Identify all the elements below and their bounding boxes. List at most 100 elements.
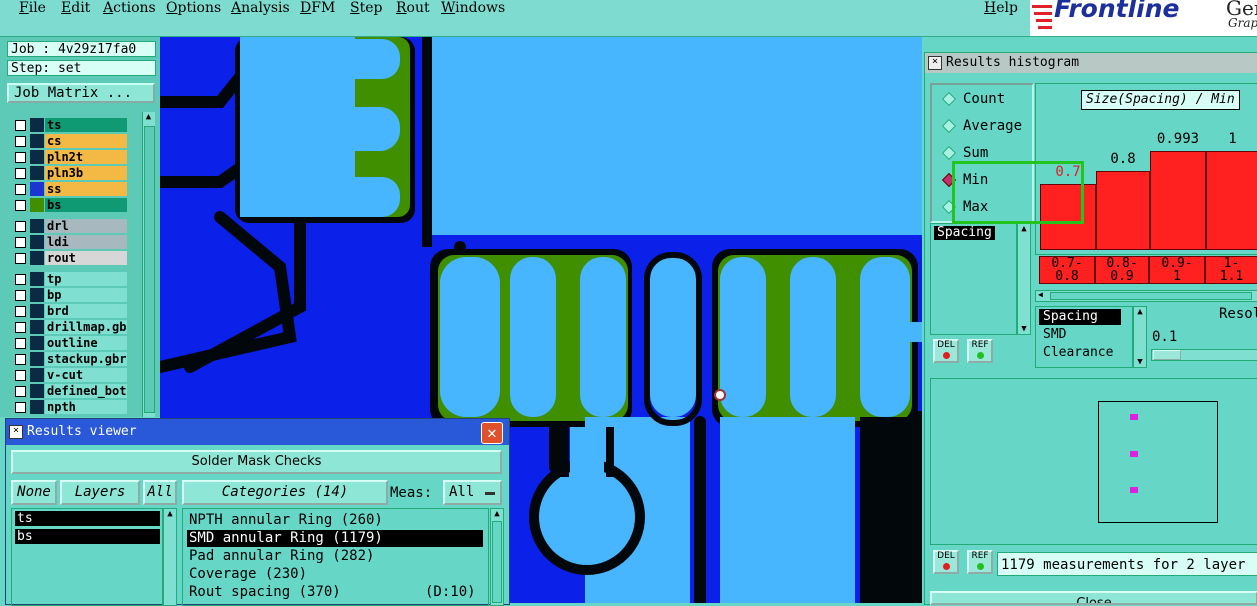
layer-row-ts[interactable]: ts (13, 118, 129, 133)
layer-checkbox[interactable] (15, 402, 26, 413)
mode-sum-radio[interactable]: Sum (941, 143, 988, 163)
menu-dfm[interactable]: DFM (300, 0, 335, 16)
layer-name[interactable]: npth (45, 400, 127, 414)
histogram-bar[interactable] (1096, 171, 1150, 250)
layer-checkbox[interactable] (15, 200, 26, 211)
layer-name[interactable]: rout (45, 251, 127, 265)
layer-checkbox[interactable] (15, 168, 26, 179)
meas-dropdown[interactable]: All (443, 480, 502, 505)
layer-name[interactable]: cs (45, 134, 127, 148)
layer-name[interactable]: defined_bott (45, 384, 127, 398)
del-button-bottom[interactable]: DEL (933, 550, 959, 574)
layer-checkbox[interactable] (15, 386, 26, 397)
menu-options[interactable]: Options (166, 0, 221, 16)
viewer-titlebar[interactable]: × Results viewer ✕ (6, 419, 509, 445)
layer-row-stackup-gbr[interactable]: stackup.gbr (13, 352, 129, 367)
layer-name[interactable]: outline (45, 336, 127, 350)
layer-row-pln2t[interactable]: pln2t (13, 150, 129, 165)
layer-row-drl[interactable]: drl (13, 219, 129, 234)
category-item[interactable]: SMD annular Ring (1179) (187, 530, 483, 547)
none-button[interactable]: None (11, 480, 57, 505)
layer-checkbox[interactable] (15, 184, 26, 195)
layer-row-npth[interactable]: npth (13, 400, 129, 415)
type-item-smd[interactable]: SMD (1043, 327, 1066, 343)
layer-name[interactable]: ts (45, 118, 127, 132)
layer-checkbox[interactable] (15, 306, 26, 317)
solder-mask-checks-button[interactable]: Solder Mask Checks (11, 450, 502, 474)
layer-checkbox[interactable] (15, 370, 26, 381)
del-button[interactable]: DEL (933, 339, 959, 363)
all-layers-button[interactable]: All (143, 480, 177, 505)
categories-button[interactable]: Categories (14) (182, 480, 388, 505)
layer-row-cs[interactable]: cs (13, 134, 129, 149)
close-icon[interactable]: ✕ (481, 422, 503, 444)
layer-name[interactable]: ss (45, 182, 127, 196)
layer-row-outline[interactable]: outline (13, 336, 129, 351)
layer-name[interactable]: stackup.gbr (45, 352, 127, 366)
layer-name[interactable]: pln3b (45, 166, 127, 180)
viewer-layer-scrollbar[interactable]: ▲ (163, 508, 177, 606)
menu-windows[interactable]: Windows (441, 0, 505, 16)
layer-checkbox[interactable] (15, 290, 26, 301)
viewer-category-scrollbar[interactable]: ▲ (490, 508, 504, 606)
layer-row-bs[interactable]: bs (13, 198, 129, 213)
layer-row-drillmap-gbr[interactable]: drillmap.gbr (13, 320, 129, 335)
ref-button-bottom[interactable]: REF (967, 550, 993, 574)
type-item-clearance[interactable]: Clearance (1043, 345, 1113, 361)
viewer-layer-item[interactable]: ts (15, 511, 160, 526)
category-item[interactable]: NPTH annular Ring (260) (187, 512, 483, 529)
layer-name[interactable]: ldi (45, 235, 127, 249)
layer-checkbox[interactable] (15, 221, 26, 232)
layer-row-brd[interactable]: brd (13, 304, 129, 319)
category-item[interactable]: Pad annular Ring (282) (187, 548, 483, 565)
resolution-slider[interactable] (1151, 349, 1257, 361)
layer-row-v-cut[interactable]: v-cut (13, 368, 129, 383)
layer-row-bp[interactable]: bp (13, 288, 129, 303)
menu-rout[interactable]: Rout (396, 0, 430, 16)
layer-checkbox[interactable] (15, 274, 26, 285)
category-item[interactable]: Rout spacing (370) (D:10) (187, 584, 483, 601)
layer-checkbox[interactable] (15, 354, 26, 365)
layer-row-rout[interactable]: rout (13, 251, 129, 266)
layer-list-scrollbar[interactable]: ▲ (142, 112, 155, 417)
menu-help[interactable]: Help (984, 0, 1018, 16)
attribute-selected[interactable]: Spacing (934, 226, 995, 240)
layer-checkbox[interactable] (15, 322, 26, 333)
job-matrix-button[interactable]: Job Matrix ... (7, 83, 155, 103)
layer-checkbox[interactable] (15, 136, 26, 147)
layer-row-ss[interactable]: ss (13, 182, 129, 197)
layer-row-defined-bott[interactable]: defined_bott (13, 384, 129, 399)
attribute-scrollbar[interactable]: ▲ ▼ (1017, 223, 1031, 335)
type-item-spacing[interactable]: Spacing (1039, 309, 1121, 325)
layer-name[interactable]: tp (45, 272, 127, 286)
layer-name[interactable]: bp (45, 288, 127, 302)
mode-average-radio[interactable]: Average (941, 116, 1022, 136)
menu-file[interactable]: File (19, 0, 46, 16)
menu-edit[interactable]: Edit (61, 0, 90, 16)
layer-name[interactable]: drl (45, 219, 127, 233)
layer-checkbox[interactable] (15, 237, 26, 248)
window-menu-icon[interactable]: × (9, 424, 23, 439)
menu-step[interactable]: Step (350, 0, 382, 16)
slider-thumb[interactable] (1153, 350, 1181, 360)
category-item[interactable]: Coverage (230) (187, 566, 483, 583)
mode-count-radio[interactable]: Count (941, 89, 1005, 109)
layer-checkbox[interactable] (15, 253, 26, 264)
type-list-scrollbar[interactable]: ▲ ▼ (1133, 306, 1147, 368)
histogram-bar[interactable] (1150, 151, 1206, 250)
layer-row-tp[interactable]: tp (13, 272, 129, 287)
layer-checkbox[interactable] (15, 338, 26, 349)
histogram-bar[interactable] (1206, 151, 1257, 250)
viewer-layer-item[interactable]: bs (15, 529, 160, 544)
layer-name[interactable]: v-cut (45, 368, 127, 382)
layer-name[interactable]: bs (45, 198, 127, 212)
histogram-preview[interactable] (930, 378, 1257, 545)
histogram-hscroll[interactable]: ◀ (1035, 290, 1257, 302)
layer-name[interactable]: pln2t (45, 150, 127, 164)
menu-analysis[interactable]: Analysis (231, 0, 290, 16)
layer-row-pln3b[interactable]: pln3b (13, 166, 129, 181)
type-list[interactable]: Spacing SMD Clearance (1035, 306, 1133, 368)
attribute-list[interactable]: Spacing (930, 223, 1017, 335)
window-menu-icon[interactable]: × (928, 55, 942, 70)
layers-button[interactable]: Layers (60, 480, 140, 505)
